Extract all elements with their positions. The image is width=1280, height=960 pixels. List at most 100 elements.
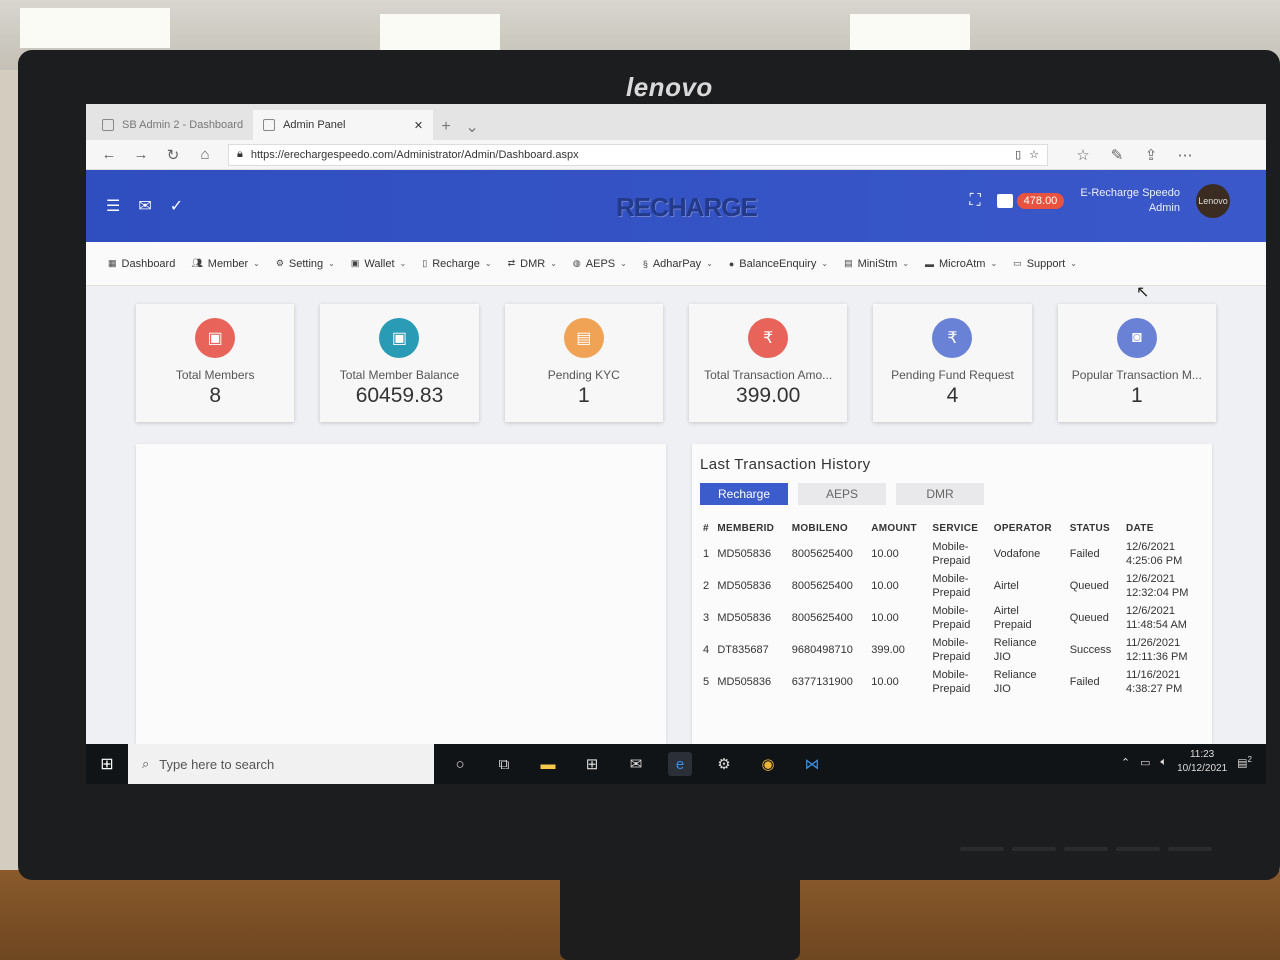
rupee-icon: ₹ (932, 318, 973, 358)
tab-dmr[interactable]: DMR (896, 483, 984, 505)
stat-card[interactable]: ▣ Total Member Balance 60459.83 (320, 304, 479, 422)
stat-cards: ▣ Total Members 8 ▣ Total Member Balance 6045… (136, 304, 1216, 422)
monitor-stand (560, 870, 800, 960)
windows-start-icon[interactable]: ⊞ (86, 744, 128, 784)
reading-view-icon[interactable]: ▯ (1015, 148, 1021, 161)
close-tab-icon[interactable]: ✕ (414, 119, 423, 132)
menu-item-wallet[interactable]: ▣ Wallet ⌄ (351, 258, 406, 270)
chevron-up-icon[interactable]: ⌃ (1121, 756, 1130, 769)
chrome-icon[interactable]: ◉ (756, 752, 780, 776)
dashboard-content: ▣ Total Members 8 ▣ Total Member Balance 6045… (86, 286, 1266, 744)
chevron-down-icon: ⌄ (990, 259, 998, 268)
browser-toolbar: ← → ↻ ⌂ 🔒︎ https://erechargespeedo.com/A… (86, 140, 1266, 170)
address-bar[interactable]: 🔒︎ https://erechargespeedo.com/Administr… (228, 143, 1048, 166)
check-circle-icon[interactable]: ✓ (170, 196, 183, 216)
new-tab-icon[interactable]: + (433, 114, 459, 140)
menu-item-label: MicroAtm (939, 257, 986, 270)
menu-item-adharpay[interactable]: § AdharPay ⌄ (643, 258, 713, 270)
cell-memberid: MD505836 (717, 548, 772, 560)
menu-item-setting[interactable]: ⚙ Setting ⌄ (276, 258, 335, 270)
cell-status: Success (1069, 644, 1112, 656)
notification-icon[interactable]: ▤2 (1237, 755, 1252, 770)
ceiling-light (380, 14, 500, 54)
cell-memberid: MD505836 (717, 612, 772, 624)
menu-item-ministm[interactable]: ▤ MiniStm ⌄ (844, 258, 909, 270)
stat-card-value: 4 (946, 384, 959, 407)
stat-card[interactable]: ▤ Pending KYC 1 (504, 304, 663, 422)
ceiling-light (850, 14, 970, 54)
tab-aeps[interactable]: AEPS (798, 483, 886, 505)
menu-item-aeps[interactable]: ◍ AEPS ⌄ (573, 258, 627, 270)
monitor-buttons (960, 838, 1250, 860)
taskbar-search[interactable]: ⌕ Type here to search (128, 744, 434, 784)
menu-item-microatm[interactable]: ▬ MicroAtm ⌄ (925, 258, 997, 270)
edge-browser-icon[interactable]: e (668, 752, 692, 776)
stat-card[interactable]: ◙ Popular Transaction M... 1 (1057, 304, 1216, 422)
cell-n: 2 (703, 580, 710, 592)
favorite-star-icon[interactable]: ☆ (1029, 148, 1039, 161)
column-header: # (703, 523, 709, 534)
menu-item-recharge[interactable]: ▯ Recharge ⌄ (422, 258, 491, 270)
task-view-icon[interactable]: ⧉ (492, 752, 516, 776)
browser-tab[interactable]: SB Admin 2 - Dashboard (92, 110, 253, 140)
settings-gear-icon[interactable]: ⚙ (712, 752, 736, 776)
cell-date: 11/26/2021 12:11:36 PM (1126, 637, 1188, 663)
wallet-balance[interactable]: 478.00 (996, 193, 1065, 209)
chevron-down-icon: ⌄ (253, 259, 260, 268)
back-icon[interactable]: ← (100, 146, 118, 163)
cell-operator: Airtel Prepaid (993, 605, 1032, 631)
stat-card[interactable]: ₹ Total Transaction Amo... 399.00 (688, 304, 848, 422)
menu-item-label: Dashboard (121, 257, 176, 270)
cell-amount: 10.00 (871, 548, 899, 560)
cell-n: 1 (703, 548, 710, 560)
rupee-icon: ₹ (748, 318, 789, 358)
stat-card[interactable]: ▣ Total Members 8 (136, 304, 295, 422)
fullscreen-icon[interactable]: ⛶ (969, 192, 980, 210)
wallet-icon: ▣ (379, 318, 420, 358)
share-icon[interactable]: ⇪ (1142, 146, 1160, 164)
circle-icon: ● (728, 258, 735, 269)
user-name[interactable]: E-Recharge Speedo Admin (1080, 186, 1180, 216)
home-icon[interactable]: ⌂ (196, 146, 214, 163)
tab-recharge[interactable]: Recharge (700, 483, 788, 505)
menu-item-support[interactable]: ▭ Support ⌄ (1013, 258, 1077, 270)
table-row: 1 MD505836 8005625400 10.00 Mobile- Prepaid Vo… (700, 538, 1204, 570)
menu-item-member[interactable]: 👥︎ Member ⌄ (191, 258, 259, 270)
favorites-icon[interactable]: ☆ (1074, 146, 1092, 164)
store-icon[interactable]: ⊞ (580, 752, 604, 776)
menu-item-dashboard[interactable]: ▦ Dashboard (108, 258, 175, 270)
cortana-icon[interactable]: ○ (448, 752, 472, 776)
cell-amount: 10.00 (871, 580, 899, 592)
hamburger-menu-icon[interactable]: ☰ (106, 196, 120, 216)
menu-item-dmr[interactable]: ⇄ DMR ⌄ (508, 258, 557, 270)
stat-card-title: Pending Fund Request (891, 368, 1014, 382)
avatar[interactable]: Lenovo (1196, 184, 1230, 218)
menu-item-balanceenquiry[interactable]: ● BalanceEnquiry ⌄ (729, 258, 828, 270)
cell-service: Mobile- Prepaid (932, 605, 971, 631)
cell-mobile: 8005625400 (791, 548, 853, 560)
pen-icon[interactable]: ✎ (1108, 146, 1126, 164)
clock[interactable]: 11:23 10/12/2021 (1177, 748, 1227, 776)
wallet-icon (996, 194, 1013, 208)
browser-tabbar: SB Admin 2 - Dashboard Admin Panel ✕ + ⌄ (86, 104, 1266, 140)
vscode-icon[interactable]: ⋈ (800, 752, 824, 776)
mail-app-icon[interactable]: ✉ (624, 752, 648, 776)
stat-card-value: 399.00 (736, 384, 801, 407)
stat-card-value: 1 (1130, 384, 1143, 407)
chevron-down-icon: ⌄ (620, 259, 627, 268)
forward-icon[interactable]: → (132, 146, 150, 163)
member-icon: ▣ (195, 318, 236, 358)
refresh-icon[interactable]: ↻ (164, 146, 182, 164)
network-icon[interactable]: ▭ (1140, 756, 1150, 769)
volume-icon[interactable]: 🔈︎ (1160, 756, 1167, 769)
site-logo[interactable]: RECHARGE (616, 192, 786, 224)
tab-list-chevron-icon[interactable]: ⌄ (459, 114, 485, 140)
browser-tab-active[interactable]: Admin Panel ✕ (253, 110, 434, 140)
more-icon[interactable]: ⋯ (1176, 146, 1194, 164)
stat-card[interactable]: ₹ Pending Fund Request 4 (873, 304, 1032, 422)
file-explorer-icon[interactable]: ▬ (536, 752, 560, 776)
fingerprint-icon: ◍ (572, 258, 581, 268)
mail-icon[interactable]: ✉ (138, 196, 151, 216)
column-header: DATE (1126, 523, 1154, 534)
monitor-brand: lenovo (626, 72, 713, 102)
